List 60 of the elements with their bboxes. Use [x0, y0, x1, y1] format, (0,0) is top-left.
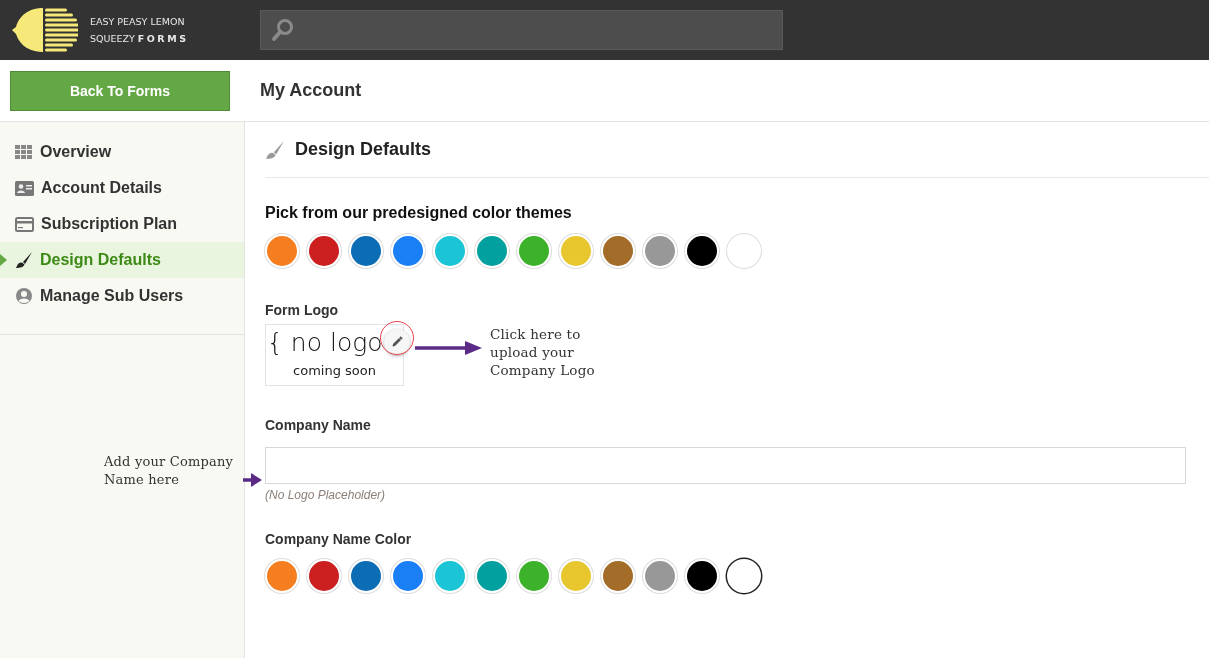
color-swatch[interactable]	[265, 559, 299, 593]
color-swatch[interactable]	[727, 559, 761, 593]
active-marker-icon	[0, 254, 7, 266]
company-name-color-label: Company Name Color	[265, 531, 413, 547]
color-swatch[interactable]	[727, 234, 761, 268]
color-swatch[interactable]	[685, 234, 719, 268]
annotation-arrow	[415, 340, 483, 356]
color-swatch[interactable]	[265, 234, 299, 268]
color-swatch[interactable]	[349, 234, 383, 268]
themes-label: Pick from our predesigned color themes	[265, 204, 573, 222]
logo-text: EASY PEASY LEMON SQUEEZY FORMS	[90, 15, 189, 46]
sidebar-item[interactable]: Subscription Plan	[0, 206, 244, 242]
id-card-icon	[15, 180, 34, 196]
company-name-field[interactable]	[265, 447, 1186, 484]
lemon-logo-icon	[10, 7, 78, 53]
sidebar-label: Design Defaults	[40, 251, 161, 269]
logo-placeholder-text: { no logo	[267, 327, 383, 359]
page-title: My Account	[260, 80, 362, 101]
color-swatch[interactable]	[643, 234, 677, 268]
color-swatch[interactable]	[391, 559, 425, 593]
color-swatch[interactable]	[517, 559, 551, 593]
grid-icon	[15, 145, 33, 159]
annotation-text: Add your Company Name here	[104, 453, 235, 489]
color-swatch[interactable]	[559, 234, 593, 268]
annotation-text: Click here to upload your Company Logo	[490, 325, 596, 379]
edit-logo-button[interactable]	[384, 329, 410, 355]
sidebar-item[interactable]: Manage Sub Users	[0, 278, 244, 314]
sidebar-item[interactable]: Design Defaults	[0, 242, 244, 278]
color-swatch[interactable]	[643, 559, 677, 593]
form-logo-label: Form Logo	[265, 302, 340, 318]
paintbrush-icon	[15, 251, 33, 269]
color-swatch[interactable]	[307, 234, 341, 268]
sidebar-label: Account Details	[41, 179, 162, 197]
credit-card-icon	[15, 216, 34, 232]
color-swatch[interactable]	[391, 234, 425, 268]
pencil-icon	[391, 336, 403, 348]
color-swatch[interactable]	[307, 559, 341, 593]
color-swatch[interactable]	[601, 559, 635, 593]
sidebar-label: Overview	[40, 143, 112, 161]
color-swatch[interactable]	[685, 559, 719, 593]
color-swatch[interactable]	[475, 234, 509, 268]
company-name-hint: (No Logo Placeholder)	[265, 488, 387, 502]
color-swatch[interactable]	[475, 559, 509, 593]
color-swatch[interactable]	[559, 559, 593, 593]
color-swatch[interactable]	[517, 234, 551, 268]
sidebar-item[interactable]: Account Details	[0, 170, 244, 206]
sidebar-label: Manage Sub Users	[40, 287, 184, 305]
search-field[interactable]	[260, 10, 783, 50]
color-swatch[interactable]	[349, 559, 383, 593]
color-swatch[interactable]	[433, 559, 467, 593]
company-name-label: Company Name	[265, 417, 372, 433]
sidebar-label: Subscription Plan	[41, 215, 177, 233]
color-swatch[interactable]	[601, 234, 635, 268]
color-swatch[interactable]	[433, 234, 467, 268]
sidebar-item[interactable]: Overview	[0, 134, 244, 170]
user-icon	[15, 287, 33, 305]
logo-caption: coming soon	[293, 363, 376, 378]
search-icon	[271, 18, 295, 42]
annotation-arrow	[243, 473, 263, 487]
section-title: Design Defaults	[295, 139, 432, 160]
